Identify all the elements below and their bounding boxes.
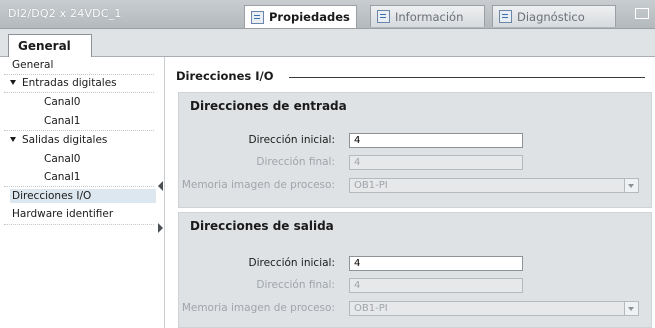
tab-info[interactable]: Información: [370, 5, 485, 27]
nav-item-output-channel1[interactable]: Canal1: [44, 171, 80, 183]
expand-right-icon[interactable]: [158, 223, 163, 233]
input-start-address-field[interactable]: [349, 133, 523, 148]
tab-properties-label: Propiedades: [269, 10, 350, 24]
info-icon: [377, 10, 390, 23]
chevron-down-icon: [624, 302, 638, 315]
nav-divider: [4, 74, 154, 75]
nav-item-label: Salidas digitales: [22, 134, 108, 146]
output-process-image-select: OB1-PI: [349, 301, 639, 316]
output-addresses-group: Direcciones de salida Dirección inicial:…: [178, 212, 652, 328]
nav-item-io-addresses[interactable]: Direcciones I/O: [10, 189, 156, 203]
select-value: OB1-PI: [354, 180, 388, 191]
group-title: Direcciones de entrada: [190, 99, 347, 113]
tab-diagnostics-label: Diagnóstico: [517, 9, 585, 24]
section-title: Direcciones I/O: [176, 69, 274, 83]
nav-divider: [4, 92, 154, 93]
inspector-title-bar: DI2/DQ2 x 24VDC_1 Propiedades Informació…: [0, 0, 655, 29]
process-image-label: Memoria imagen de proceso:: [181, 302, 335, 314]
nav-item-input-channel0[interactable]: Canal0: [44, 96, 80, 108]
output-start-address-field[interactable]: [349, 256, 523, 271]
collapse-left-icon[interactable]: [158, 181, 163, 191]
properties-nav-tree: General Entradas digitales Canal0 Canal1…: [0, 57, 159, 328]
pane-splitter[interactable]: [158, 57, 165, 328]
restore-window-icon[interactable]: [635, 8, 649, 19]
nav-item-input-channel1[interactable]: Canal1: [44, 115, 80, 127]
diagnostics-icon: [499, 10, 512, 23]
nav-divider: [4, 186, 154, 187]
chevron-down-icon: [624, 179, 638, 192]
nav-item-digital-outputs[interactable]: Salidas digitales: [10, 134, 107, 146]
tab-properties[interactable]: Propiedades: [244, 5, 357, 28]
group-title: Direcciones de salida: [190, 219, 334, 233]
input-process-image-select: OB1-PI: [349, 178, 639, 193]
nav-item-hardware-identifier[interactable]: Hardware identifier: [12, 208, 113, 220]
start-address-label: Dirección inicial:: [248, 134, 336, 146]
nav-item-digital-inputs[interactable]: Entradas digitales: [10, 77, 117, 89]
select-value: OB1-PI: [354, 303, 388, 314]
nav-item-label: Entradas digitales: [22, 77, 117, 89]
end-address-label: Dirección final:: [256, 156, 335, 168]
input-end-address-field: 4: [349, 155, 523, 170]
general-tab-strip: General: [0, 29, 655, 57]
start-address-label: Dirección inicial:: [248, 257, 336, 269]
expand-arrow-icon[interactable]: [10, 80, 16, 85]
end-address-label: Dirección final:: [256, 279, 335, 291]
nav-divider: [4, 224, 154, 225]
expand-arrow-icon[interactable]: [10, 137, 16, 142]
nav-item-general[interactable]: General: [12, 59, 53, 71]
process-image-label: Memoria imagen de proceso:: [181, 179, 335, 191]
output-end-address-field: 4: [349, 278, 523, 293]
window-title: DI2/DQ2 x 24VDC_1: [8, 7, 122, 20]
tab-info-label: Información: [395, 9, 464, 24]
nav-item-output-channel0[interactable]: Canal0: [44, 153, 80, 165]
nav-divider: [4, 130, 154, 131]
section-divider: [289, 77, 645, 78]
tab-general[interactable]: General: [8, 34, 92, 57]
properties-icon: [251, 10, 264, 24]
tab-diagnostics[interactable]: Diagnóstico: [492, 5, 616, 27]
properties-content: Direcciones I/O Direcciones de entrada D…: [165, 57, 655, 328]
input-addresses-group: Direcciones de entrada Dirección inicial…: [178, 92, 652, 208]
